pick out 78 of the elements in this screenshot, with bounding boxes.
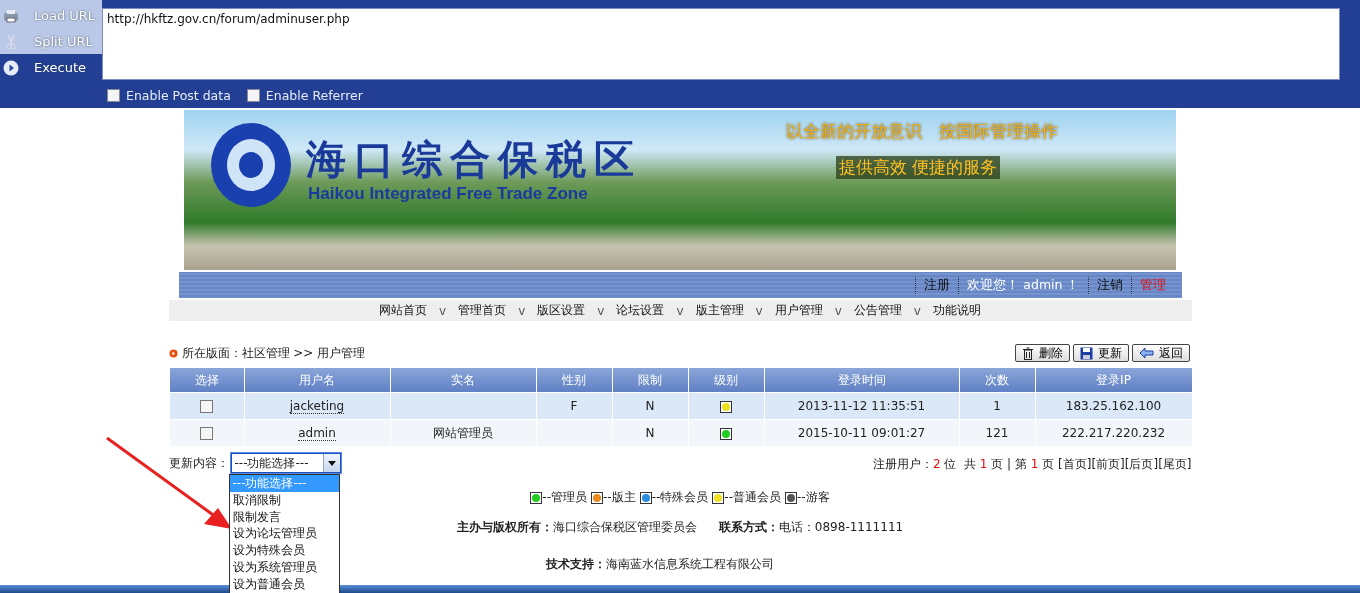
column-header: 选择	[169, 368, 244, 393]
menu-item[interactable]: 用户管理	[770, 302, 827, 319]
table-cell: 183.25.162.100	[1065, 399, 1162, 413]
checkbox-label: Enable Post data	[126, 88, 231, 103]
caret-icon: v	[913, 303, 921, 318]
function-dropdown[interactable]: ---功能选择---	[230, 453, 341, 473]
checkbox[interactable]	[200, 427, 213, 440]
checkbox[interactable]	[107, 89, 120, 102]
table-cell: F	[570, 399, 578, 413]
menu-item[interactable]: 版区设置	[533, 302, 590, 319]
caret-icon: v	[518, 303, 526, 318]
table-cell: 222.217.220.232	[1061, 426, 1166, 440]
menu-item[interactable]: 功能说明	[928, 302, 985, 319]
delete-button[interactable]: 删除	[1014, 344, 1070, 362]
welcome-text: 欢迎您！ admin ！	[958, 276, 1088, 294]
caret-icon: v	[597, 303, 605, 318]
column-header: 级别	[688, 368, 764, 393]
checkbox[interactable]	[200, 400, 213, 413]
menu-item[interactable]: 公告管理	[849, 302, 906, 319]
dropdown-option[interactable]: 设为论坛管理员	[229, 525, 339, 543]
dropdown-option[interactable]: 取消限制	[229, 491, 339, 509]
update-button[interactable]: 更新	[1072, 344, 1129, 362]
caret-icon: v	[755, 303, 763, 318]
scissors-icon	[3, 33, 19, 50]
checkbox-label: Enable Referrer	[265, 88, 363, 103]
column-header: 用户名	[244, 368, 390, 393]
table-cell: 2015-10-11 09:01:27	[797, 426, 926, 440]
column-header: 实名	[390, 368, 536, 393]
caret-icon	[327, 460, 336, 466]
table-cell: 2013-11-12 11:35:51	[797, 399, 926, 413]
username-link[interactable]: admin	[298, 426, 336, 441]
bullet-icon	[168, 349, 178, 358]
column-header: 限制	[612, 368, 688, 393]
breadcrumb: 所在版面：社区管理 >> 用户管理	[181, 345, 366, 362]
printer-icon	[3, 8, 19, 23]
execute-button[interactable]: Execute	[0, 57, 102, 78]
banner-slogan: 以全新的开放意识 按国际管理操作	[786, 120, 1058, 143]
banner-slogan: 提供高效 便捷的服务	[836, 156, 1001, 179]
menu-item[interactable]: 论坛设置	[612, 302, 669, 319]
user-bar-link[interactable]: 注册	[915, 276, 959, 294]
url-field[interactable]: http://hkftz.gov.cn/forum/adminuser.php	[102, 8, 1340, 80]
table-cell: 网站管理员	[433, 425, 493, 440]
field-label: 更新内容：	[168, 454, 229, 472]
back-button[interactable]: 返回	[1131, 344, 1190, 362]
legend-label: --管理员	[542, 489, 587, 506]
user-bar-link[interactable]: 注销	[1087, 276, 1131, 294]
banner-subtitle: Haikou Integrated Free Trade Zone	[308, 184, 588, 204]
menu-item[interactable]: 版主管理	[691, 302, 748, 319]
caret-icon: v	[676, 303, 684, 318]
table-cell: 1	[993, 399, 1001, 413]
dropdown-option[interactable]: 设为特殊会员	[229, 542, 339, 559]
banner-title: 海口综合保税区	[306, 134, 642, 184]
pagination-text: 注册用户：2 位 共 1 页 | 第 1 页 [首页][前页][后页][尾页]	[872, 456, 1192, 473]
legend-label: --特殊会员	[651, 489, 709, 506]
column-header: 登录时间	[764, 368, 959, 393]
dropdown-option[interactable]: 限制发言	[229, 508, 339, 526]
column-header: 次数	[959, 368, 1035, 393]
support-text: 技术支持：海南蓝水信息系统工程有限公司	[546, 556, 774, 573]
table-cell: 121	[985, 426, 1009, 440]
checkbox[interactable]	[246, 89, 260, 102]
caret-icon: v	[439, 303, 447, 318]
table-cell: N	[645, 399, 655, 413]
contact-text: 联系方式：电话：0898-1111111	[718, 519, 904, 536]
table-cell: N	[645, 426, 655, 440]
play-icon	[3, 59, 19, 76]
column-header: 登录IP	[1035, 368, 1192, 393]
back-arrow-icon	[1138, 347, 1154, 359]
menu-item[interactable]: 网站首页	[375, 302, 432, 319]
legend-label: --游客	[797, 489, 830, 506]
dropdown-option[interactable]: 设为普通会员	[229, 575, 339, 593]
menu-item[interactable]: 管理首页	[454, 302, 511, 319]
legend-label: --版主	[603, 489, 636, 506]
legend-label: --普通会员	[724, 489, 781, 506]
trash-icon	[1021, 346, 1034, 360]
column-header: 性别	[536, 368, 612, 393]
copyright-text: 主办与版权所有：海口综合保税区管理委员会	[456, 519, 697, 536]
dropdown-option[interactable]: 设为系统管理员	[229, 559, 339, 576]
caret-icon: v	[834, 303, 842, 318]
